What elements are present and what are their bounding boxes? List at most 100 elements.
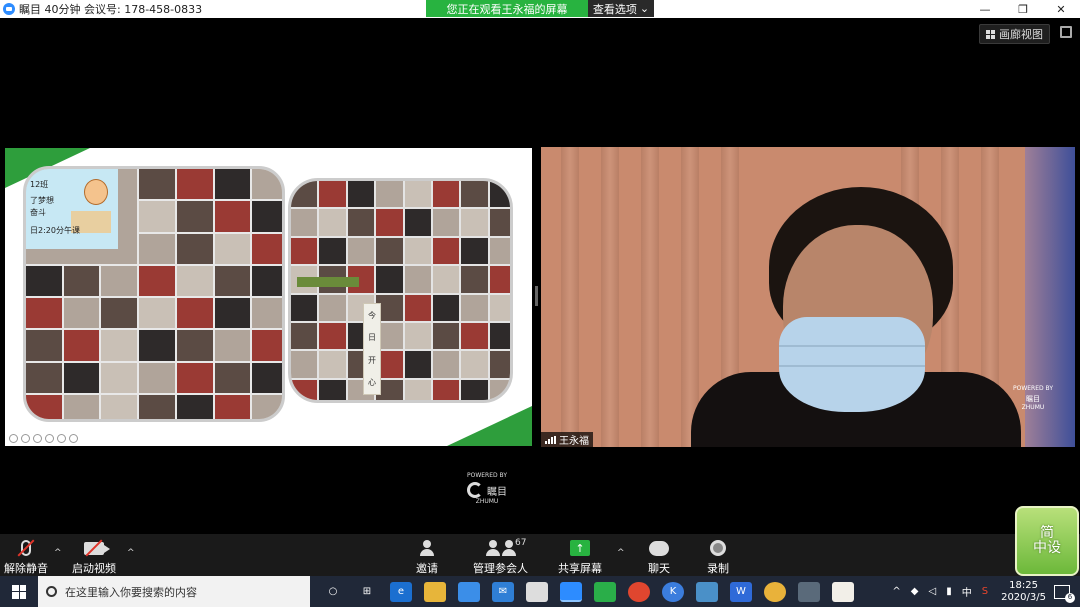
chat-label: 聊天: [648, 562, 670, 575]
invite-person-icon: [419, 538, 435, 558]
ime-indicator[interactable]: 中: [962, 584, 972, 599]
microphone-icon[interactable]: ▮: [946, 586, 952, 597]
wps-writer-icon[interactable]: W: [730, 581, 752, 602]
fight-text: 奋斗: [30, 208, 46, 217]
previous-slide-icon[interactable]: [9, 434, 18, 443]
record-icon: [710, 538, 726, 558]
invite-button[interactable]: 邀请: [416, 538, 438, 576]
brand-text: 瞩目: [1025, 395, 1040, 403]
film-strip-banner: [297, 277, 359, 287]
cartoon-illustration: 12班 了梦想 奋斗 日2:20分午课: [26, 169, 118, 249]
clock-time: 18:25: [1009, 579, 1038, 591]
clock-app-icon[interactable]: [832, 581, 854, 602]
meeting-control-bar: 解除静音 ^ 启动视频 ^ 邀请 管理参会人 ↑ 共享屏幕 ^ 聊天 录制: [0, 534, 1080, 576]
zhumu-swirl-icon: [467, 482, 483, 498]
cortana-icon[interactable]: ○: [322, 582, 344, 602]
photo-collage-left: 12班 了梦想 奋斗 日2:20分午课: [23, 166, 285, 422]
logo-text: 中设: [1033, 540, 1061, 556]
zoom-icon[interactable]: [57, 434, 66, 443]
chevron-down-icon: ⌄: [639, 2, 650, 15]
center-powered-by: POWERED BY 瞩目 ZHUMU: [459, 472, 515, 505]
notification-count: 6: [1065, 592, 1075, 603]
participant-video-tile[interactable]: POWERED BY 瞩目 ZHUMU 王永福: [541, 147, 1075, 447]
gallery-view-label: 画廊视图: [999, 28, 1043, 41]
pen-icon[interactable]: [33, 434, 42, 443]
logo-text: 简: [1040, 524, 1054, 541]
window-title: 瞩目 40分钟 会议号: 178-458-0833: [19, 3, 203, 16]
brand-text: 瞩目: [487, 486, 507, 498]
fullscreen-icon[interactable]: [1060, 26, 1072, 38]
vertical-slogan: 今 日 开 心: [363, 303, 381, 395]
wechat-icon[interactable]: [594, 581, 616, 602]
notification-center-icon[interactable]: 6: [1054, 584, 1075, 603]
task-view-icon[interactable]: ⊞: [356, 582, 378, 602]
file-explorer-icon[interactable]: [424, 581, 446, 602]
document-icon[interactable]: [526, 581, 548, 602]
window-controls: — ❐ ✕: [966, 0, 1080, 18]
video-options-caret[interactable]: ^: [127, 548, 135, 558]
gallery-view-button[interactable]: 画廊视图: [979, 24, 1050, 44]
participant-person: [691, 187, 1021, 447]
close-button[interactable]: ✕: [1042, 0, 1080, 18]
brand-en-text: ZHUMU: [475, 498, 499, 505]
volume-icon[interactable]: ◁: [929, 586, 937, 597]
next-slide-icon[interactable]: [21, 434, 30, 443]
photo-collage-right: 今 日 开 心: [288, 178, 513, 403]
mail-icon[interactable]: ✉: [492, 581, 514, 602]
view-options-button[interactable]: 查看选项 ⌄: [588, 0, 654, 17]
more-icon[interactable]: [69, 434, 78, 443]
taskbar-clock[interactable]: 18:25 2020/3/5: [1001, 580, 1046, 604]
watermark-logo: 简 中设: [1015, 506, 1079, 576]
signal-strength-icon: [545, 435, 556, 444]
windows-taskbar: 在这里输入你要搜索的内容 ○ ⊞ e ✉ K W ^ ◆ ◁ ▮ 中 S 18:…: [0, 576, 1080, 607]
slogan-char: 开: [368, 355, 376, 365]
slideshow-controls: [9, 434, 78, 443]
store-icon[interactable]: [458, 581, 480, 602]
participant-count-badge: 67: [515, 538, 527, 548]
unmute-button[interactable]: 解除静音: [4, 538, 48, 576]
paint-icon[interactable]: [696, 581, 718, 602]
security-shield-icon[interactable]: ◆: [911, 586, 919, 597]
record-button[interactable]: 录制: [707, 538, 729, 576]
start-button[interactable]: [0, 576, 38, 607]
restore-button[interactable]: ❐: [1004, 0, 1042, 18]
view-options-label: 查看选项: [592, 2, 637, 16]
minimize-button[interactable]: —: [966, 0, 1004, 18]
powered-by-text: POWERED BY: [1012, 385, 1053, 392]
invite-label: 邀请: [416, 562, 438, 575]
slogan-char: 今: [368, 310, 376, 320]
dream-text: 了梦想: [30, 196, 54, 205]
share-screen-label: 共享屏幕: [558, 562, 602, 575]
powered-by-watermark: POWERED BY 瞩目 ZHUMU: [1013, 385, 1053, 411]
participant-name: 王永福: [559, 436, 589, 447]
qq-icon[interactable]: [798, 581, 820, 602]
chrome-icon[interactable]: [628, 581, 650, 602]
clock-date: 2020/3/5: [1001, 591, 1046, 603]
share-screen-button[interactable]: ↑ 共享屏幕: [558, 538, 602, 576]
audio-options-caret[interactable]: ^: [54, 548, 62, 558]
share-options-caret[interactable]: ^: [617, 548, 625, 558]
sogou-input-icon[interactable]: S: [982, 586, 988, 597]
edge-browser-icon[interactable]: e: [390, 581, 412, 602]
slide-corner-decoration: [447, 406, 532, 446]
chat-button[interactable]: 聊天: [648, 538, 670, 576]
record-label: 录制: [707, 562, 729, 575]
shared-screen: 12班 了梦想 奋斗 日2:20分午课 今 日 开 心: [5, 148, 532, 446]
time-text: 日2:20分午课: [30, 226, 80, 235]
show-hidden-icons-icon[interactable]: ^: [892, 586, 900, 597]
slides-icon[interactable]: [45, 434, 54, 443]
class-label: 12班: [30, 180, 49, 189]
windows-logo-icon: [12, 584, 26, 599]
participants-icon: [485, 538, 517, 558]
split-divider-handle[interactable]: [535, 286, 538, 306]
zhumu-logo-icon: [3, 3, 15, 15]
slogan-char: 心: [368, 378, 376, 388]
start-video-button[interactable]: 启动视频: [72, 538, 116, 576]
share-banner: 您正在观看王永福的屏幕 查看选项 ⌄: [426, 0, 654, 17]
manage-participants-label: 管理参会人: [473, 562, 528, 575]
camera-off-icon: [84, 538, 110, 558]
k-app-icon[interactable]: K: [662, 581, 684, 602]
taskbar-search-box[interactable]: 在这里输入你要搜索的内容: [38, 576, 310, 607]
zhumu-app-icon[interactable]: [560, 581, 582, 602]
browser-icon[interactable]: [764, 581, 786, 602]
